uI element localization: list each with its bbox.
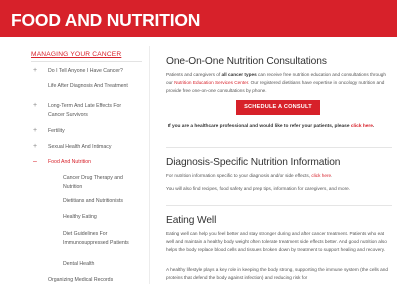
eating-well-heading: Eating Well [166, 215, 217, 226]
sidebar-item-label[interactable]: Long-Term And Late Effects For Cancer Su… [48, 102, 138, 120]
referral-click-here-link[interactable]: click here [351, 124, 373, 129]
healthy-lifestyle-paragraph: A healthy lifestyle plays a key role in … [166, 267, 388, 280]
diagnosis-text-part: . [331, 173, 333, 178]
sidebar-item-label[interactable]: Fertility [48, 127, 138, 136]
sidebar-item-label[interactable]: Dental Health [63, 260, 139, 269]
consult-text: Patients and caregivers of all cancer ty… [166, 71, 391, 95]
column-divider [149, 46, 150, 284]
section-divider [166, 205, 392, 206]
sidebar-item-label[interactable]: Cancer Drug Therapy and Nutrition [63, 174, 139, 192]
sidebar-item-label[interactable]: Do I Tell Anyone I Have Cancer? [48, 67, 138, 76]
diagnosis-text-part: For nutrition information specific to yo… [166, 173, 312, 178]
consult-text-bold: all cancer types [221, 72, 257, 77]
schedule-consult-button[interactable]: SCHEDULE A CONSULT [236, 100, 320, 115]
diagnosis-text: For nutrition information specific to yo… [166, 172, 391, 180]
expand-plus-icon[interactable]: + [31, 127, 39, 136]
referral-note: If you are a healthcare professional and… [166, 123, 376, 131]
sidebar-item-label[interactable]: Dietitians and Nutritionists [63, 197, 139, 206]
nutrition-center-link[interactable]: Nutrition Education Services Center [174, 80, 248, 85]
diagnosis-text-recipes: You will also find recipes, food safety … [166, 186, 351, 191]
sidebar-nav: MANAGING YOUR CANCER + Do I Tell Anyone … [0, 37, 147, 284]
sidebar-item-label[interactable]: Sexual Health And Intimacy [48, 143, 138, 152]
sidebar-item-label[interactable]: Diet Guidelines For Immunosuppressed Pat… [63, 230, 139, 248]
eating-well-paragraph: Eating well can help you feel better and… [166, 231, 387, 252]
page-title: FOOD AND NUTRITION [11, 10, 201, 30]
sidebar-item-label[interactable]: Life After Diagnosis And Treatment [48, 82, 138, 91]
referral-note-text: . [372, 124, 375, 129]
sidebar-title-link[interactable]: MANAGING YOUR CANCER [31, 51, 121, 58]
consult-heading: One-On-One Nutrition Consultations [166, 56, 327, 67]
main-content: One-On-One Nutrition Consultations Patie… [166, 37, 393, 284]
section-divider [166, 147, 392, 148]
sidebar-item-label[interactable]: Food And Nutrition [48, 158, 138, 167]
diagnosis-heading: Diagnosis-Specific Nutrition Information [166, 157, 341, 168]
page-banner: FOOD AND NUTRITION [0, 0, 397, 37]
sidebar-divider [31, 61, 142, 62]
consult-text-part: Patients and caregivers of [166, 72, 222, 77]
expand-plus-icon[interactable]: + [31, 143, 39, 152]
collapse-minus-icon[interactable]: – [31, 158, 39, 167]
expand-plus-icon[interactable]: + [31, 67, 39, 76]
sidebar-item-label[interactable]: Organizing Medical Records [48, 276, 138, 284]
referral-note-text: If you are a healthcare professional and… [167, 124, 351, 129]
diagnosis-click-here-link[interactable]: click here [311, 173, 331, 178]
expand-plus-icon[interactable]: + [31, 102, 39, 111]
sidebar-item-label[interactable]: Healthy Eating [63, 213, 139, 222]
